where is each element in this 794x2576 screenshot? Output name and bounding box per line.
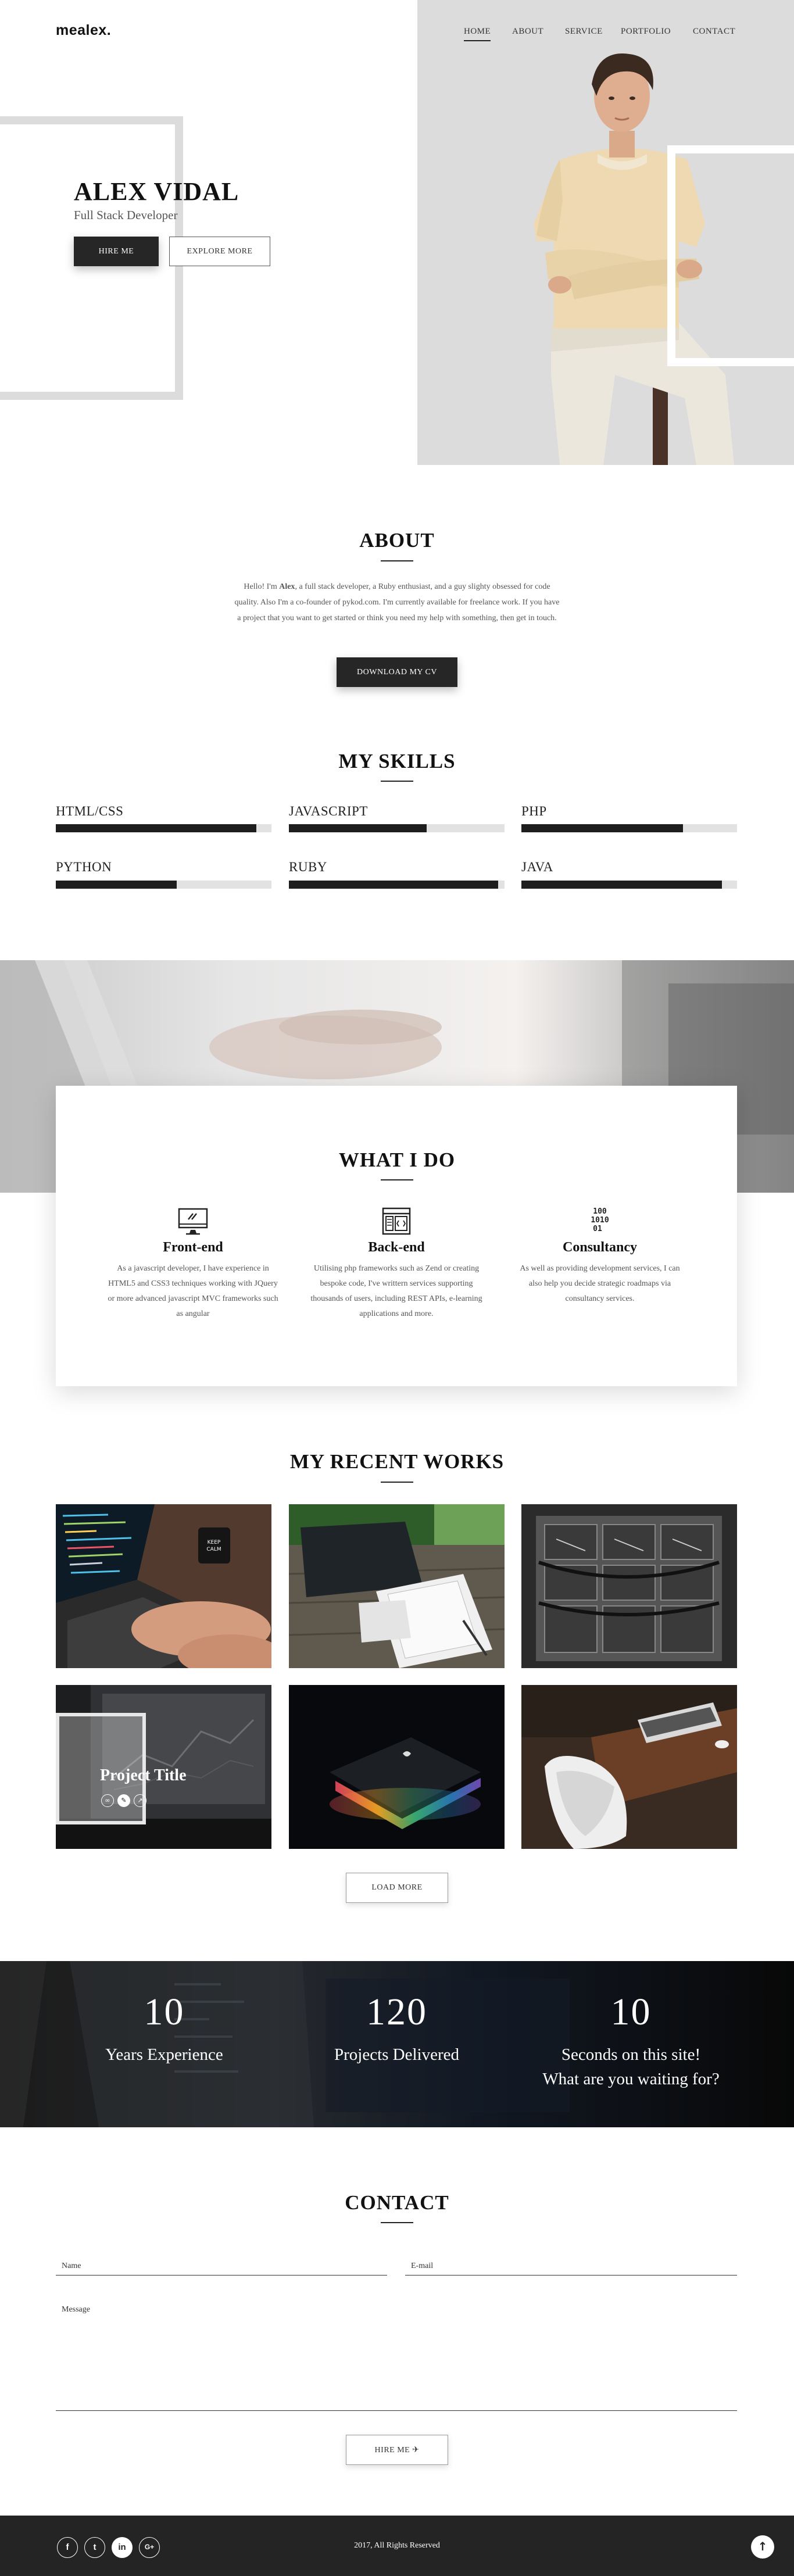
portfolio-image-glowing-laptop xyxy=(289,1685,505,1849)
hire-me-button[interactable]: HIRE ME xyxy=(74,237,159,266)
stat-seconds-number: 10 xyxy=(610,1991,652,2033)
email-field-underline xyxy=(405,2275,737,2276)
service-title-front-end: Front-end xyxy=(163,1240,223,1255)
skill-label-php: PHP xyxy=(521,804,547,818)
portfolio-link-icon[interactable]: ∞ xyxy=(101,1794,114,1807)
skill-bar-ruby xyxy=(289,881,505,889)
what-i-do-title-underline xyxy=(381,1179,413,1180)
portfolio-share-icon[interactable]: ↗ xyxy=(134,1794,146,1807)
works-title: MY RECENT WORKS xyxy=(289,1450,505,1473)
stat-years-number: 10 xyxy=(144,1991,185,2033)
name-field[interactable]: Name xyxy=(62,2262,81,2271)
nav-service[interactable]: SERVICE xyxy=(565,27,603,37)
footer: f t in G+ 2017, All Rights Reserved ↑ xyxy=(0,2516,794,2576)
portfolio-item-3[interactable] xyxy=(521,1504,737,1668)
stat-years-label: Years Experience xyxy=(105,2045,223,2064)
nav-about[interactable]: ABOUT xyxy=(512,27,543,37)
what-i-do-card: WHAT I DO Front-end As a javascript deve… xyxy=(56,1086,737,1386)
skill-label-html-css: HTML/CSS xyxy=(56,804,124,818)
skills-title: MY SKILLS xyxy=(338,750,456,772)
binary-code-icon: 100 1010 01 xyxy=(591,1207,609,1233)
skill-fill-java xyxy=(521,881,723,889)
stat-seconds-label-2: What are you waiting for? xyxy=(542,2070,720,2088)
svg-text:01: 01 xyxy=(593,1225,602,1233)
about-text-name: Alex xyxy=(279,582,295,591)
skill-fill-javascript xyxy=(289,824,427,832)
skill-fill-ruby xyxy=(289,881,498,889)
nav-contact[interactable]: CONTACT xyxy=(693,27,735,37)
portfolio-item-1[interactable]: KEEP CALM xyxy=(56,1504,271,1668)
service-title-back-end: Back-end xyxy=(368,1240,425,1255)
portfolio-item-5[interactable] xyxy=(289,1685,505,1849)
skill-bar-java xyxy=(521,881,737,889)
skill-bar-php xyxy=(521,824,737,832)
skill-fill-html-css xyxy=(56,824,257,832)
portfolio-item-6[interactable] xyxy=(521,1685,737,1849)
skill-label-ruby: RUBY xyxy=(289,860,327,874)
portfolio-edit-icon[interactable]: ✎ xyxy=(117,1794,130,1807)
stats-section: 10 Years Experience 120 Projects Deliver… xyxy=(0,1961,794,2127)
svg-text:KEEP: KEEP xyxy=(208,1540,221,1545)
stat-seconds-label: Seconds on this site! xyxy=(561,2045,701,2064)
nav-home[interactable]: HOME xyxy=(464,27,491,41)
skill-fill-python xyxy=(56,881,177,889)
about-title-underline xyxy=(381,560,413,561)
stat-projects-number: 120 xyxy=(366,1991,427,2033)
svg-text:1010: 1010 xyxy=(591,1216,609,1225)
about-title: ABOUT xyxy=(359,529,435,552)
svg-text:CALM: CALM xyxy=(206,1547,221,1552)
hero-section: mealex. HOME ABOUT SERVICE PORTFOLIO CON… xyxy=(0,0,794,465)
email-field[interactable]: E-mail xyxy=(411,2262,433,2271)
contact-title: CONTACT xyxy=(345,2191,449,2214)
hero-role: Full Stack Developer xyxy=(74,208,178,222)
monitor-code-icon xyxy=(178,1208,208,1235)
about-text: Hello! I'm Alex, a full stack developer,… xyxy=(233,579,561,626)
main-nav: HOME ABOUT SERVICE PORTFOLIO CONTACT xyxy=(0,27,794,41)
hero-decor-frame-right xyxy=(667,145,794,366)
service-title-consultancy: Consultancy xyxy=(562,1240,638,1255)
portfolio-image-server-rack xyxy=(521,1504,737,1668)
portfolio-item-2[interactable] xyxy=(289,1504,505,1668)
skill-bar-javascript xyxy=(289,824,505,832)
service-desc-front-end: As a javascript developer, I have experi… xyxy=(108,1264,278,1318)
browser-code-icon xyxy=(382,1207,411,1235)
skill-label-java: JAVA xyxy=(521,860,553,874)
portfolio-image-coding-laptop: KEEP CALM xyxy=(56,1504,271,1668)
nav-portfolio[interactable]: PORTFOLIO xyxy=(621,27,671,37)
portfolio-image-notebook-table xyxy=(289,1504,505,1668)
submit-hire-me-button[interactable]: HIRE ME ✈ xyxy=(346,2435,448,2465)
page: mealex. HOME ABOUT SERVICE PORTFOLIO CON… xyxy=(0,0,794,2576)
about-text-before: Hello! I'm xyxy=(244,582,280,591)
message-field[interactable]: Message xyxy=(62,2305,90,2314)
works-title-underline xyxy=(381,1482,413,1483)
message-field-underline xyxy=(56,2410,737,2411)
skill-fill-php xyxy=(521,824,684,832)
explore-more-button[interactable]: EXPLORE MORE xyxy=(169,237,270,266)
load-more-button[interactable]: LOAD MORE xyxy=(346,1873,448,1903)
portfolio-item-4[interactable]: Project Title ∞ ✎ ↗ xyxy=(56,1685,271,1849)
skills-title-underline xyxy=(381,781,413,782)
hero-name: ALEX VIDAL xyxy=(74,177,239,206)
skill-bar-python xyxy=(56,881,271,889)
contact-title-underline xyxy=(381,2222,413,2223)
skill-bar-html-css xyxy=(56,824,271,832)
svg-text:100: 100 xyxy=(593,1207,607,1216)
portfolio-hover-title: Project Title xyxy=(100,1766,187,1784)
copyright-text: 2017, All Rights Reserved xyxy=(354,2541,440,2550)
skill-label-javascript: JAVASCRIPT xyxy=(289,804,368,818)
skill-label-python: PYTHON xyxy=(56,860,112,874)
submit-label: HIRE ME xyxy=(374,2446,410,2455)
send-icon: ✈ xyxy=(412,2445,420,2455)
service-desc-consultancy: As well as providing development service… xyxy=(520,1264,680,1303)
download-cv-button[interactable]: DOWNLOAD MY CV xyxy=(337,657,457,687)
back-to-top-button[interactable]: ↑ xyxy=(751,2535,774,2559)
name-field-underline xyxy=(56,2275,387,2276)
what-i-do-title: WHAT I DO xyxy=(338,1149,456,1171)
stat-projects-label: Projects Delivered xyxy=(334,2045,459,2064)
service-desc-back-end: Utilising php frameworks such as Zend or… xyxy=(310,1264,482,1318)
portfolio-image-desk-chair xyxy=(521,1685,737,1849)
